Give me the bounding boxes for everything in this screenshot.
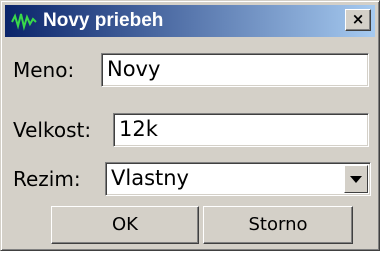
mode-dropdown-button[interactable] [344,165,368,193]
mode-value: Vlastny [111,166,189,190]
name-value: Novy [107,57,161,81]
size-label: Velkost: [13,118,92,142]
dialog-window: Novy priebeh × Meno: Novy Velkost: 12k R… [0,0,380,251]
name-label: Meno: [13,58,75,82]
waveform-icon [11,11,37,31]
ok-button[interactable]: OK [51,206,199,244]
window-title: Novy priebeh [43,10,164,31]
cancel-button-label: Storno [248,214,308,235]
mode-select[interactable]: Vlastny [105,162,371,196]
size-value: 12k [119,117,158,141]
close-button[interactable]: × [345,9,371,31]
size-field[interactable]: 12k [113,113,369,147]
name-field[interactable]: Novy [101,53,369,87]
ok-button-label: OK [112,214,138,235]
chevron-down-icon [350,176,362,183]
close-icon: × [351,10,365,28]
mode-label: Rezim: [13,167,81,191]
cancel-button[interactable]: Storno [203,206,353,244]
title-bar[interactable]: Novy priebeh × [5,5,375,37]
